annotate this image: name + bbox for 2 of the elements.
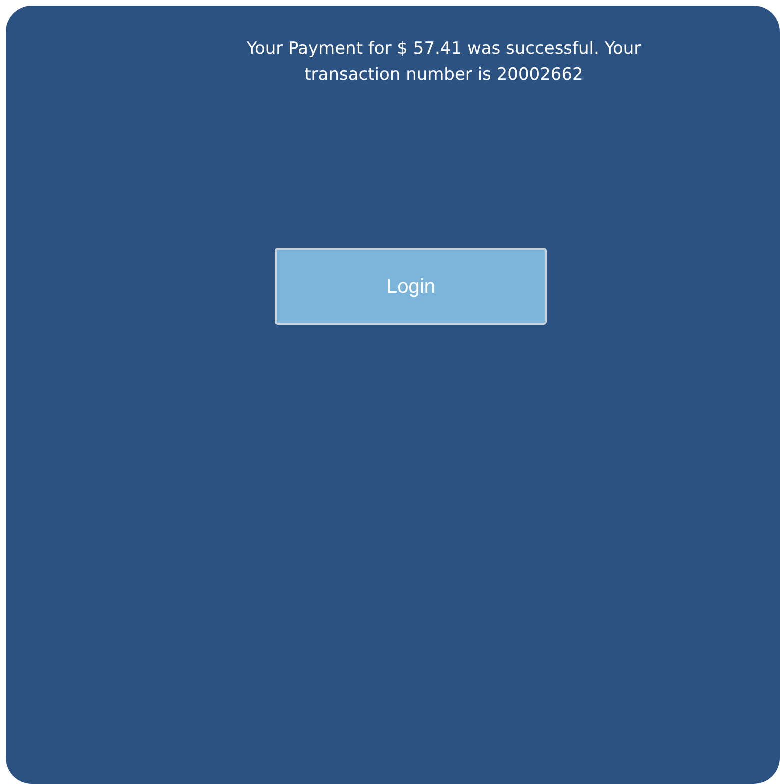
login-button[interactable]: Login: [275, 248, 547, 325]
payment-message: Your Payment for $ 57.41 was successful. Your transaction number is 20002662: [246, 38, 642, 87]
